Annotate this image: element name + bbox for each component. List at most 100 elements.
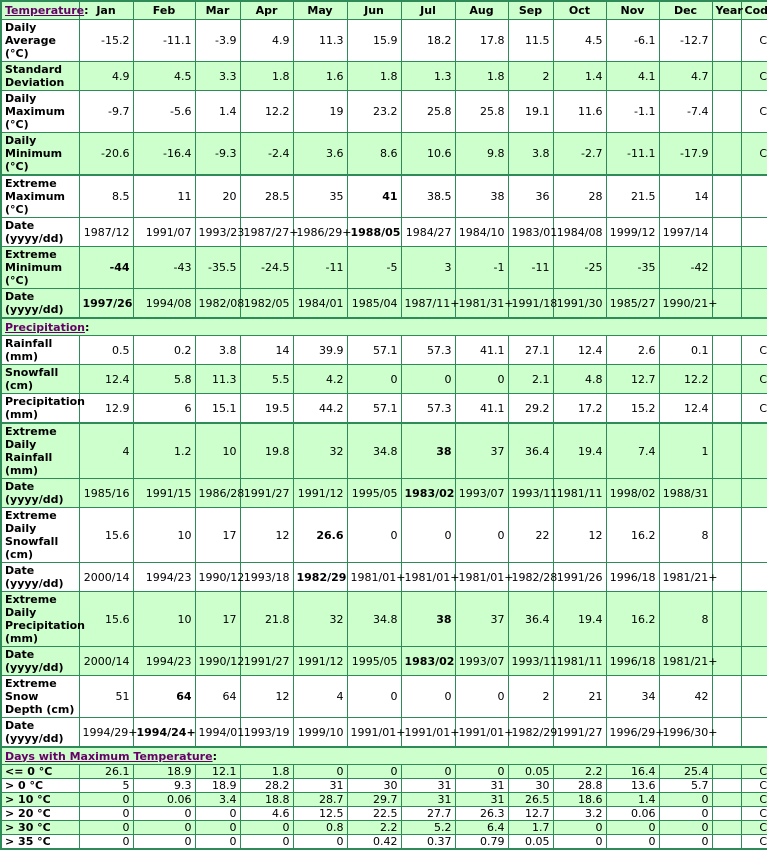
cell-may: -11: [292, 246, 348, 289]
cell-feb: 0: [132, 820, 196, 835]
cell-sep: 1993/11: [507, 478, 557, 508]
cell-jul: 5.2: [400, 820, 456, 835]
cell-may: 4.2: [292, 364, 348, 394]
cell-feb: 1991/07: [132, 217, 196, 247]
cell-may: 1991/12: [292, 478, 348, 508]
precipitation-link[interactable]: Precipitation: [5, 321, 85, 334]
cell-aug: 6.4: [454, 820, 509, 835]
cell-mar: 0: [194, 806, 241, 821]
cell-mar: 64: [194, 675, 241, 718]
cell-nov: 1996/18: [605, 562, 660, 592]
cell-jan: 15.6: [78, 591, 134, 647]
table-row: > 0 °C 5 9.3 18.9 28.2 31 30 31 31 30 28.8 13.6 5.7 C: [0, 778, 767, 793]
cell-jun: 0: [346, 507, 402, 563]
cell-aug: 41.1: [454, 393, 509, 424]
row-label: Extreme Snow Depth (cm): [0, 675, 80, 718]
cell-oct: 19.4: [552, 422, 607, 479]
cell-may: 3.6: [292, 132, 348, 176]
cell-may: 44.2: [292, 393, 348, 424]
cell-jan: 15.6: [78, 507, 134, 563]
cell-jul: 0: [400, 764, 456, 779]
cell-dec: 25.4: [658, 764, 713, 779]
row-label: Date (yyyy/dd): [0, 646, 80, 676]
cell-sep: 36: [507, 174, 554, 218]
cell-sep: 2: [507, 675, 554, 718]
table-row: <= 0 °C 26.1 18.9 12.1 1.8 0 0 0 0 0.05 2.2 16.4 25.…: [0, 764, 767, 779]
cell-apr: 4.6: [239, 806, 294, 821]
table-row: > 20 °C 0 0 0 4.6 12.5 22.5 27.7 26.3 12.7 3.2 0.06…: [0, 806, 767, 821]
cell-aug: 26.3: [454, 806, 509, 821]
table-row: Date (yyyy/dd) 1997/26 1994/08 1982/08 1982/…: [0, 288, 767, 319]
cell-nov: 34: [605, 675, 660, 718]
row-label: Extreme Daily Rainfall (mm): [0, 422, 80, 479]
cell-mar: 15.1: [194, 393, 241, 424]
cell-feb: 18.9: [132, 764, 196, 779]
cell-aug: 1981/01+: [454, 562, 513, 592]
cell-year: [711, 591, 742, 647]
cell-jun: 30: [346, 778, 402, 793]
cell-feb: 5.8: [132, 364, 196, 394]
cell-jun: 1995/05: [346, 646, 402, 676]
cell-sep: 36.4: [507, 591, 554, 647]
section-days-with-max-temp: Days with Maximum Temperature:: [0, 746, 767, 765]
cell-feb: 1994/08: [132, 288, 196, 319]
cell-sep: 22: [507, 507, 554, 563]
cell-mar: 0: [194, 834, 241, 850]
cell-apr: 19.8: [239, 422, 294, 479]
cell-apr: 21.8: [239, 591, 294, 647]
cell-jan: 0: [78, 806, 134, 821]
cell-feb: 6: [132, 393, 196, 424]
cell-feb: -11.1: [132, 19, 196, 62]
table-row: Date (yyyy/dd) 2000/14 1994/23 1990/12 1993/…: [0, 562, 767, 592]
cell-jan: 2000/14: [78, 646, 134, 676]
cell-dec: 0: [658, 834, 713, 850]
row-label: Date (yyyy/dd): [0, 717, 80, 748]
cell-code: [740, 422, 767, 479]
cell-aug: 0: [454, 507, 509, 563]
cell-jan: -9.7: [78, 90, 134, 133]
cell-dec: 4.7: [658, 61, 713, 91]
cell-jul: 0: [400, 364, 456, 394]
cell-mar: 3.3: [194, 61, 241, 91]
row-label: > 0 °C: [0, 778, 80, 793]
climate-normals-table: Temperature: JanFebMarAprMayJunJulAugSep…: [0, 0, 767, 850]
cell-year: [711, 393, 742, 424]
cell-jan: -44: [78, 246, 134, 289]
cell-feb: 1.2: [132, 422, 196, 479]
cell-sep: 30: [507, 778, 554, 793]
cell-jun: 1995/05: [346, 478, 402, 508]
cell-year: [711, 217, 742, 247]
cell-apr: 28.2: [239, 778, 294, 793]
cell-dec: 14: [658, 174, 713, 218]
cell-aug: 0: [454, 364, 509, 394]
cell-dec: -42: [658, 246, 713, 289]
cell-oct: 17.2: [552, 393, 607, 424]
days-with-max-temp-link[interactable]: Days with Maximum Temperature: [5, 750, 213, 763]
cell-nov: 7.4: [605, 422, 660, 479]
cell-nov: 16.4: [605, 764, 660, 779]
cell-code: C: [740, 834, 767, 850]
cell-sep: 12.7: [507, 806, 554, 821]
cell-apr: 0: [239, 820, 294, 835]
cell-jan: 12.4: [78, 364, 134, 394]
cell-jan: 4: [78, 422, 134, 479]
temperature-link[interactable]: Temperature: [5, 4, 84, 17]
cell-jan: 1997/26: [78, 288, 134, 319]
cell-dec: 8: [658, 591, 713, 647]
cell-code: C: [740, 61, 767, 91]
cell-apr: 5.5: [239, 364, 294, 394]
cell-code: [740, 288, 767, 319]
cell-code: C: [740, 393, 767, 424]
cell-jan: 0: [78, 820, 134, 835]
cell-oct: 2.2: [552, 764, 607, 779]
cell-year: [711, 174, 742, 218]
cell-may: 1982/29: [292, 562, 348, 592]
cell-nov: 1996/18: [605, 646, 660, 676]
cell-sep: 19.1: [507, 90, 554, 133]
cell-jun: 2.2: [346, 820, 402, 835]
cell-jan: 1987/12: [78, 217, 134, 247]
cell-may: 32: [292, 422, 348, 479]
cell-code: C: [740, 132, 767, 176]
cell-jan: 2000/14: [78, 562, 134, 592]
table-row: Extreme Maximum (°C) 8.5 11 20 28.5 35 41 38.5 3…: [0, 174, 767, 218]
